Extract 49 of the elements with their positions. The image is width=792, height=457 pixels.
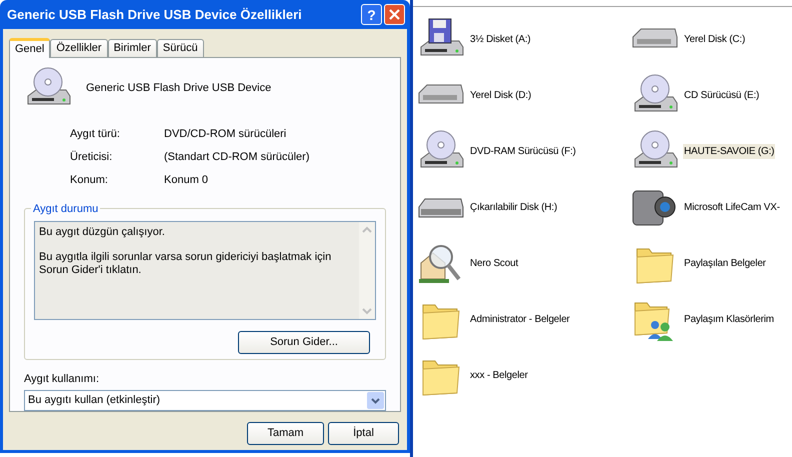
- drive-item[interactable]: Administrator - Belgeler: [417, 291, 631, 347]
- item-label: Nero Scout: [469, 256, 520, 270]
- item-label: DVD-RAM Sürücüsü (F:): [469, 144, 577, 158]
- item-label: HAUTE-SAVOIE (G:): [683, 144, 776, 158]
- property-value: (Standart CD-ROM sürücüler): [164, 150, 310, 163]
- drive-item[interactable]: Nero Scout: [417, 235, 631, 291]
- drive-item[interactable]: xxx - Belgeler: [417, 347, 631, 403]
- drive-item[interactable]: Yerel Disk (D:): [417, 67, 631, 123]
- tab[interactable]: Sürücü: [156, 39, 204, 57]
- usage-dropdown[interactable]: Bu aygıtı kullan (etkinleştir): [24, 390, 386, 410]
- status-message: Bu aygıt düzgün çalışıyor.: [39, 226, 166, 239]
- item-label: Paylaşım Klasörlerim: [683, 312, 775, 326]
- ok-button[interactable]: Tamam: [247, 422, 324, 445]
- close-button[interactable]: [384, 4, 405, 25]
- tab[interactable]: Özellikler: [50, 39, 108, 57]
- property-value: DVD/CD-ROM sürücüleri: [164, 127, 286, 140]
- drive-item[interactable]: HAUTE-SAVOIE (G:): [631, 123, 792, 179]
- item-label: Çıkarılabilir Disk (H:): [469, 200, 558, 214]
- status-message: Bu aygıtla ilgili sorunlar varsa sorun gidericiyi başlatmak için Sorun Gider'i tıklatın.: [39, 251, 332, 277]
- help-button[interactable]: ?: [361, 4, 382, 25]
- item-label: Paylaşılan Belgeler: [683, 256, 767, 270]
- troubleshoot-button[interactable]: Sorun Gider...: [238, 331, 370, 354]
- group-title: Aygıt durumu: [31, 201, 100, 218]
- item-label: Administrator - Belgeler: [469, 312, 571, 326]
- device-name: Generic USB Flash Drive USB Device: [86, 80, 272, 96]
- cancel-button[interactable]: İptal: [328, 422, 399, 445]
- item-label: CD Sürücüsü (E:): [683, 88, 760, 102]
- window-title: Generic USB Flash Drive USB Device Özellikleri: [7, 6, 303, 24]
- property-label: Aygıt türü:: [70, 127, 121, 140]
- drive-item[interactable]: DVD-RAM Sürücüsü (F:): [417, 123, 631, 179]
- drive-item[interactable]: Çıkarılabilir Disk (H:): [417, 179, 631, 235]
- drive-item[interactable]: 3½ Disket (A:): [417, 11, 631, 67]
- property-value: Konum 0: [164, 173, 208, 186]
- drive-item[interactable]: CD Sürücüsü (E:): [631, 67, 792, 123]
- item-label: Yerel Disk (D:): [469, 88, 532, 102]
- usage-label: Aygıt kullanımı:: [24, 372, 100, 387]
- drive-item[interactable]: Yerel Disk (C:): [631, 11, 792, 67]
- item-label: Microsoft LifeCam VX-: [683, 200, 781, 214]
- item-label: Yerel Disk (C:): [683, 32, 746, 46]
- item-label: xxx - Belgeler: [469, 368, 529, 382]
- drive-item[interactable]: Paylaşılan Belgeler: [631, 235, 792, 291]
- drive-item[interactable]: Microsoft LifeCam VX-: [631, 179, 792, 235]
- drive-item[interactable]: Paylaşım Klasörlerim: [631, 291, 792, 347]
- tab[interactable]: Genel: [9, 38, 50, 58]
- tab[interactable]: Birimler: [108, 39, 157, 57]
- close-icon: [389, 9, 400, 20]
- item-label: 3½ Disket (A:): [469, 32, 532, 46]
- property-label: Üreticisi:: [70, 150, 114, 163]
- property-label: Konum:: [70, 173, 109, 186]
